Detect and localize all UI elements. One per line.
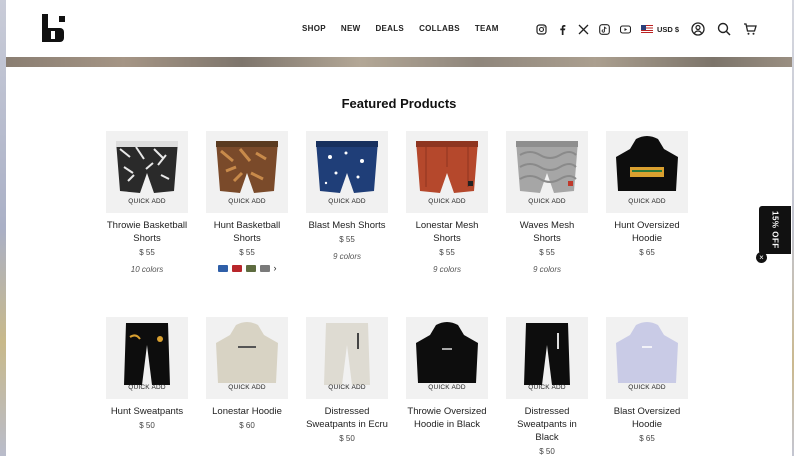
- product-card[interactable]: QUICK ADD Hunt Sweatpants $ 50: [106, 317, 190, 430]
- facebook-icon[interactable]: [557, 24, 568, 35]
- cart-icon[interactable]: [743, 22, 757, 36]
- quick-add-button[interactable]: QUICK ADD: [306, 198, 388, 205]
- product-price: $ 50: [339, 434, 355, 443]
- product-image[interactable]: QUICK ADD: [306, 317, 388, 399]
- quick-add-button[interactable]: QUICK ADD: [106, 198, 188, 205]
- product-price: $ 60: [239, 421, 255, 430]
- hero-banner-image[interactable]: [6, 57, 792, 67]
- product-image[interactable]: QUICK ADD: [106, 131, 188, 213]
- product-card[interactable]: QUICK ADD Throwie Basketball Shorts $ 55…: [106, 131, 190, 274]
- product-image[interactable]: QUICK ADD: [406, 131, 488, 213]
- section-title: Featured Products: [341, 96, 457, 111]
- account-icon[interactable]: [691, 22, 705, 36]
- product-image[interactable]: QUICK ADD: [206, 131, 288, 213]
- product-card[interactable]: QUICK ADD Blast Oversized Hoodie $ 65: [606, 317, 690, 443]
- us-flag-icon: [641, 25, 653, 33]
- product-title[interactable]: Throwie Oversized Hoodie in Black: [406, 405, 488, 431]
- product-title[interactable]: Throwie Basketball Shorts: [106, 219, 188, 245]
- color-count: 10 colors: [130, 265, 164, 274]
- quick-add-button[interactable]: QUICK ADD: [206, 198, 288, 205]
- swatch-grey[interactable]: [259, 265, 270, 272]
- product-price: $ 65: [639, 248, 655, 257]
- quick-add-button[interactable]: QUICK ADD: [206, 384, 288, 391]
- product-image[interactable]: QUICK ADD: [106, 317, 188, 399]
- product-image[interactable]: QUICK ADD: [406, 317, 488, 399]
- product-price: $ 55: [539, 248, 555, 257]
- product-card[interactable]: QUICK ADD Lonestar Mesh Shorts $ 55 9 co…: [406, 131, 490, 274]
- quick-add-button[interactable]: QUICK ADD: [606, 384, 688, 391]
- product-card[interactable]: QUICK ADD Distressed Sweatpants in Black…: [506, 317, 590, 456]
- swatch-olive[interactable]: [245, 265, 256, 272]
- product-price: $ 55: [339, 235, 355, 244]
- product-card[interactable]: QUICK ADD Blast Mesh Shorts $ 55 9 color…: [306, 131, 390, 261]
- nav-collabs[interactable]: COLLABS: [419, 24, 460, 33]
- search-icon[interactable]: [717, 22, 731, 36]
- quick-add-button[interactable]: QUICK ADD: [406, 384, 488, 391]
- product-title[interactable]: Lonestar Mesh Shorts: [406, 219, 488, 245]
- quick-add-button[interactable]: QUICK ADD: [506, 384, 588, 391]
- tiktok-icon[interactable]: [599, 23, 610, 35]
- product-price: $ 50: [139, 421, 155, 430]
- color-count: 9 colors: [332, 252, 361, 261]
- youtube-icon[interactable]: [620, 24, 631, 35]
- product-title[interactable]: Lonestar Hoodie: [206, 405, 288, 418]
- discount-promo-tab[interactable]: 15% OFF: [759, 206, 791, 254]
- product-title[interactable]: Blast Mesh Shorts: [306, 219, 388, 232]
- instagram-icon[interactable]: [536, 23, 547, 35]
- product-title[interactable]: Distressed Sweatpants in Black: [506, 405, 588, 444]
- swatch-red[interactable]: [231, 265, 242, 272]
- product-card[interactable]: QUICK ADD Lonestar Hoodie $ 60: [206, 317, 290, 430]
- product-image[interactable]: QUICK ADD: [206, 317, 288, 399]
- product-title[interactable]: Blast Oversized Hoodie: [606, 405, 688, 431]
- quick-add-button[interactable]: QUICK ADD: [306, 384, 388, 391]
- product-card[interactable]: QUICK ADD Waves Mesh Shorts $ 55 9 color…: [506, 131, 590, 274]
- promo-label: 15% OFF: [770, 211, 780, 249]
- main-navigation: SHOP NEW DEALS COLLABS TEAM: [302, 24, 514, 33]
- color-swatches: ›: [206, 264, 288, 273]
- currency-label: USD $: [657, 24, 680, 34]
- product-card[interactable]: QUICK ADD Hunt Basketball Shorts $ 55 ›: [206, 131, 290, 273]
- swatch-blue[interactable]: [217, 265, 228, 272]
- quick-add-button[interactable]: QUICK ADD: [106, 384, 188, 391]
- nav-deals[interactable]: DEALS: [375, 24, 404, 33]
- product-title[interactable]: Hunt Oversized Hoodie: [606, 219, 688, 245]
- x-icon[interactable]: [578, 24, 589, 35]
- currency-selector[interactable]: USD $: [641, 25, 679, 34]
- product-title[interactable]: Distressed Sweatpants in Ecru: [306, 405, 388, 431]
- color-count: 9 colors: [432, 265, 461, 274]
- brand-logo[interactable]: [40, 14, 68, 44]
- product-price: $ 55: [139, 248, 155, 257]
- color-count: 9 colors: [532, 265, 561, 274]
- product-price: $ 65: [639, 434, 655, 443]
- product-card[interactable]: QUICK ADD Throwie Oversized Hoodie in Bl…: [406, 317, 490, 434]
- product-price: $ 55: [439, 248, 455, 257]
- storefront-page: SHOP NEW DEALS COLLABS TEAM USD $ Featur…: [6, 0, 792, 456]
- product-title[interactable]: Hunt Sweatpants: [106, 405, 188, 418]
- product-image[interactable]: QUICK ADD: [506, 317, 588, 399]
- product-title[interactable]: Hunt Basketball Shorts: [206, 219, 288, 245]
- nav-team[interactable]: TEAM: [475, 24, 499, 33]
- product-image[interactable]: QUICK ADD: [506, 131, 588, 213]
- nav-shop[interactable]: SHOP: [302, 24, 326, 33]
- product-price: $ 50: [539, 447, 555, 456]
- nav-new[interactable]: NEW: [341, 24, 361, 33]
- product-price: $ 55: [239, 248, 255, 257]
- product-card[interactable]: QUICK ADD Distressed Sweatpants in Ecru …: [306, 317, 390, 443]
- quick-add-button[interactable]: QUICK ADD: [506, 198, 588, 205]
- header-actions: USD $: [536, 22, 769, 36]
- product-card[interactable]: QUICK ADD Hunt Oversized Hoodie $ 65: [606, 131, 690, 257]
- quick-add-button[interactable]: QUICK ADD: [606, 198, 688, 205]
- chevron-right-icon[interactable]: ›: [274, 264, 277, 273]
- product-title[interactable]: Waves Mesh Shorts: [506, 219, 588, 245]
- site-header: SHOP NEW DEALS COLLABS TEAM USD $: [6, 0, 792, 58]
- product-image[interactable]: QUICK ADD: [606, 131, 688, 213]
- quick-add-button[interactable]: QUICK ADD: [406, 198, 488, 205]
- product-image[interactable]: QUICK ADD: [606, 317, 688, 399]
- product-image[interactable]: QUICK ADD: [306, 131, 388, 213]
